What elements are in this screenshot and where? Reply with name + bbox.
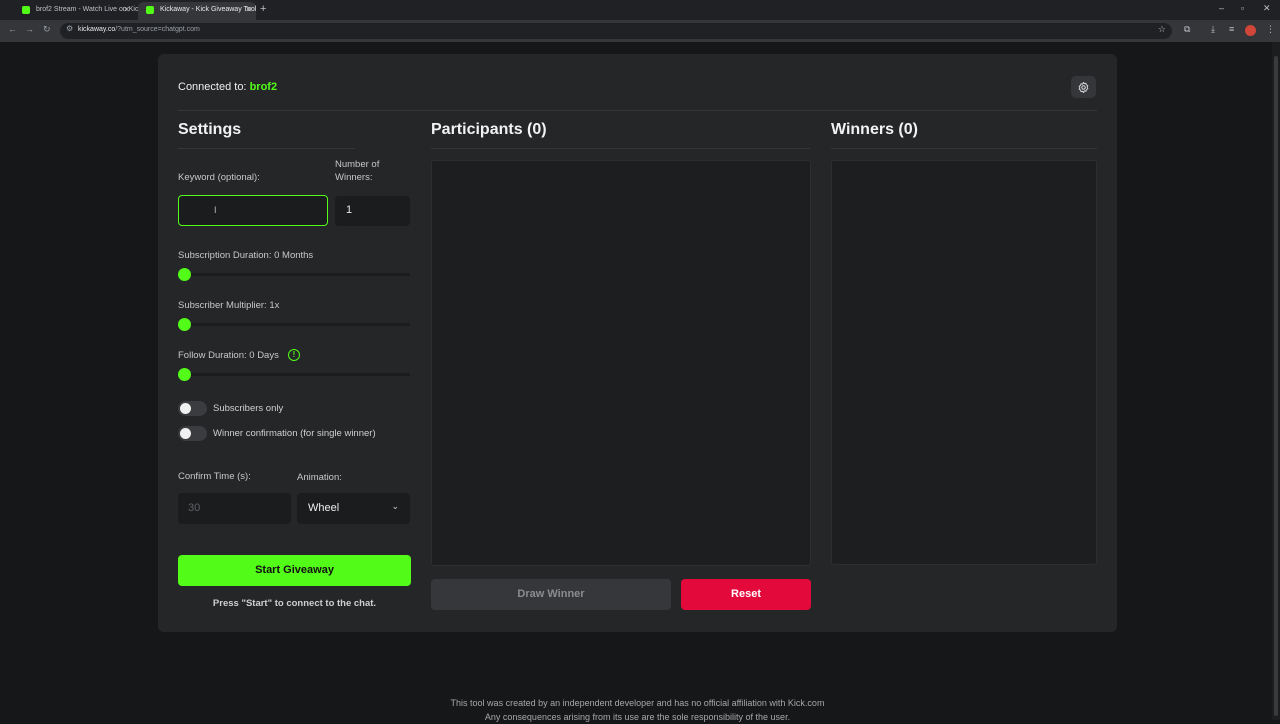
address-bar[interactable]: ⚙ kickaway.co/?utm_source=chatgpt.com ☆ (60, 23, 1172, 39)
media-icon[interactable]: ≡ (1229, 24, 1234, 34)
winners-title: Winners (0) (831, 121, 918, 138)
close-tab-icon[interactable]: ✕ (123, 2, 130, 18)
participants-divider (431, 148, 810, 149)
participants-list[interactable] (431, 160, 811, 566)
winners-divider (831, 148, 1097, 149)
browser-tab-bar: brof2 Stream - Watch Live on Kick ✕ Kick… (0, 0, 1280, 20)
bookmark-star-icon[interactable]: ☆ (1158, 24, 1166, 35)
settings-divider (178, 148, 355, 149)
subscribers-only-label: Subscribers only (213, 403, 284, 414)
animation-select[interactable]: Wheel ⌄ (297, 493, 410, 524)
tab-kick-stream[interactable]: brof2 Stream - Watch Live on Kick ✕ (14, 2, 142, 20)
window-close-icon[interactable]: ✕ (1263, 3, 1271, 14)
gear-icon (1078, 81, 1089, 93)
follow-duration-slider-handle[interactable] (178, 368, 191, 381)
minimize-icon[interactable]: – (1219, 3, 1224, 13)
url-text: kickaway.co/?utm_source=chatgpt.com (78, 26, 200, 33)
site-info-icon[interactable]: ⚙ (66, 24, 73, 33)
confirm-time-label: Confirm Time (s): (178, 471, 251, 482)
giveaway-card: Connected to: brof2 Settings Keyword (op… (158, 54, 1117, 632)
tab-label: Kickaway - Kick Giveaway Tool (160, 6, 257, 13)
winner-confirmation-label: Winner confirmation (for single winner) (213, 428, 376, 439)
confirm-time-input[interactable]: 30 (178, 493, 291, 524)
multiplier-label: Subscriber Multiplier: 1x (178, 300, 280, 311)
profile-avatar[interactable] (1245, 25, 1256, 36)
sub-duration-label: Subscription Duration: 0 Months (178, 250, 314, 261)
draw-winner-button[interactable]: Draw Winner (431, 579, 671, 610)
page-scrollbar[interactable] (1272, 42, 1280, 720)
winners-count-input[interactable]: 1 (335, 196, 410, 226)
settings-title: Settings (178, 121, 242, 138)
follow-duration-slider-track[interactable] (178, 373, 410, 376)
connected-username: brof2 (249, 81, 278, 93)
browser-toolbar: ← → ↻ ⚙ kickaway.co/?utm_source=chatgpt.… (0, 20, 1280, 42)
kickaway-favicon-icon (146, 6, 154, 14)
winner-confirmation-toggle[interactable] (178, 426, 207, 441)
forward-icon[interactable]: → (25, 24, 34, 34)
header-divider (178, 110, 1097, 111)
keyword-input[interactable]: I (178, 195, 328, 226)
tab-kickaway[interactable]: Kickaway - Kick Giveaway Tool ✕ (138, 2, 256, 20)
multiplier-slider-handle[interactable] (178, 318, 191, 331)
connection-status: Connected to: brof2 (178, 81, 278, 93)
text-cursor-icon: I (214, 205, 217, 215)
start-giveaway-button[interactable]: Start Giveaway (178, 555, 411, 586)
reset-button[interactable]: Reset (681, 579, 811, 610)
reload-icon[interactable]: ↻ (43, 24, 51, 35)
subscribers-only-toggle[interactable] (178, 401, 207, 416)
sub-duration-slider-handle[interactable] (178, 268, 191, 281)
keyword-label: Keyword (optional): (178, 172, 260, 183)
sub-duration-slider-track[interactable] (178, 273, 410, 276)
new-tab-button[interactable]: + (260, 3, 266, 15)
follow-duration-label: Follow Duration: 0 Days (178, 350, 279, 361)
participants-title: Participants (0) (431, 121, 547, 138)
back-icon[interactable]: ← (8, 24, 17, 34)
close-tab-icon[interactable]: ✕ (245, 2, 252, 18)
winners-list[interactable] (831, 160, 1097, 565)
menu-dots-icon[interactable]: ⋮ (1266, 24, 1275, 35)
chevron-down-icon: ⌄ (391, 501, 399, 511)
disclaimer-line-1: This tool was created by an independent … (450, 698, 825, 708)
multiplier-slider-track[interactable] (178, 323, 410, 326)
animation-value: Wheel (308, 502, 340, 514)
animation-label: Animation: (297, 472, 342, 483)
settings-gear-button[interactable] (1071, 76, 1096, 98)
info-icon[interactable]: ! (288, 349, 300, 361)
disclaimer-line-2: Any consequences arising from its use ar… (484, 712, 791, 722)
winners-count-label: Number of Winners: (335, 159, 380, 183)
start-hint: Press "Start" to connect to the chat. (212, 598, 377, 609)
download-icon[interactable]: ⤓ (1211, 24, 1215, 35)
extensions-icon[interactable]: ⧉ (1184, 24, 1190, 35)
maximize-icon[interactable]: ▫ (1241, 3, 1244, 13)
kick-favicon-icon (22, 6, 30, 14)
